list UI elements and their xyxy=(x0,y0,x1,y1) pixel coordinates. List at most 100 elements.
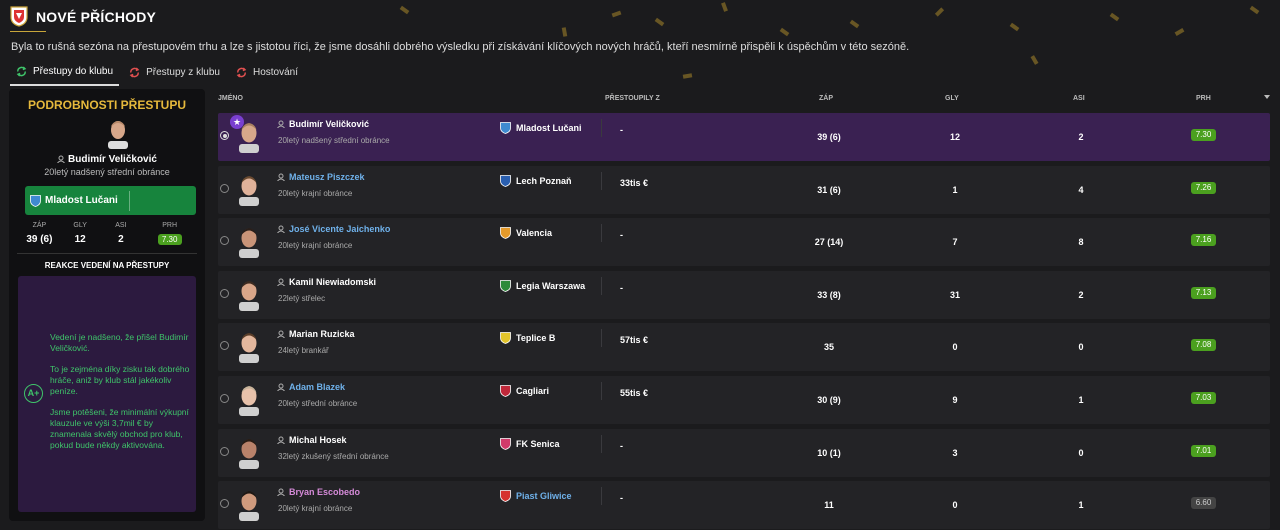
goals-value: 0 xyxy=(952,500,958,511)
player-desc: 32letý zkušený střední obránce xyxy=(278,451,389,461)
table-row[interactable]: Kamil Niewiadomski 22letý střelec Legia … xyxy=(218,270,1270,319)
apps-value: 39 (6) xyxy=(817,132,841,142)
club-crest-icon xyxy=(10,6,28,27)
table-row[interactable]: Mateusz Piszczek 20letý krajní obránce L… xyxy=(218,165,1270,214)
panel-player-desc: 20letý nadšený střední obránce xyxy=(44,167,170,177)
col-assists[interactable]: ASI xyxy=(1073,95,1085,102)
assists-value: 0 xyxy=(1078,447,1084,458)
transfer-details-panel: PODROBNOSTI PŘESTUPU Budimír Veličković … xyxy=(9,89,430,521)
club-badge-icon xyxy=(500,385,511,397)
from-club[interactable]: Cagliari xyxy=(500,385,549,397)
col-from[interactable]: PŘESTOUPILY Z xyxy=(605,95,660,102)
col-goals[interactable]: GLY xyxy=(945,95,959,102)
club-badge-icon xyxy=(500,332,511,345)
player-name[interactable]: Adam Blazek xyxy=(277,382,345,392)
divider xyxy=(601,276,602,295)
transfer-fee: - xyxy=(620,440,623,451)
from-club[interactable]: Valencia xyxy=(500,227,553,240)
club-name: Mladost Lučani xyxy=(516,123,582,133)
row-radio[interactable] xyxy=(220,183,229,193)
tab-transfers-out[interactable]: Přestupy z klubu xyxy=(123,63,226,86)
row-radio[interactable] xyxy=(220,446,229,456)
from-club[interactable]: FK Senica xyxy=(500,437,560,450)
player-name[interactable]: Bryan Escobedo xyxy=(277,487,360,497)
from-club[interactable]: Legia Warszawa xyxy=(500,279,585,292)
reaction-line: To je zejména díky zisku tak dobrého hrá… xyxy=(50,364,190,396)
table-row[interactable]: Adam Blazek 20letý střední obránce Cagli… xyxy=(218,375,1270,424)
club-name: Valencia xyxy=(516,228,553,239)
table-body: ★ Budimír Veličković 20letý nadšený stře… xyxy=(214,113,1280,530)
player-name[interactable]: Michal Hosek xyxy=(277,435,347,445)
tab-label: Přestupy do klubu xyxy=(33,66,114,77)
from-club[interactable]: Lech Poznaň xyxy=(500,174,572,187)
divider xyxy=(129,190,130,211)
page-subtitle: Byla to rušná sezóna na přestupovém trhu… xyxy=(11,41,910,53)
table-row[interactable]: Bryan Escobedo 20letý krajní obránce Pia… xyxy=(218,481,1270,530)
stat-goals: GLY 12 xyxy=(66,222,95,245)
table-row[interactable]: ★ Budimír Veličković 20letý nadšený stře… xyxy=(218,113,1270,161)
tab-label: Hostování xyxy=(253,67,299,78)
page-header: NOVÉ PŘÍCHODY xyxy=(10,6,156,27)
player-desc: 20letý krajní obránce xyxy=(278,241,353,251)
col-rating[interactable]: PRH xyxy=(1196,95,1211,102)
row-radio[interactable] xyxy=(220,131,229,140)
stat-apps: ZÁP 39 (6) xyxy=(25,222,54,245)
apps-value: 35 xyxy=(823,342,834,353)
sort-desc-icon[interactable] xyxy=(1264,95,1270,99)
person-icon xyxy=(277,225,285,234)
player-name[interactable]: Budimír Veličković xyxy=(277,119,369,129)
transfer-fee: - xyxy=(620,125,623,135)
goals-value: 12 xyxy=(949,132,960,142)
col-name[interactable]: JMÉNO xyxy=(218,95,243,102)
player-face-icon xyxy=(239,333,259,364)
arrows-in-icon xyxy=(16,66,27,77)
tab-transfers-in[interactable]: Přestupy do klubu xyxy=(10,63,120,86)
player-face-icon xyxy=(239,385,259,416)
player-name[interactable]: Mateusz Piszczek xyxy=(277,172,365,182)
club-badge-icon xyxy=(500,227,511,240)
stat-value: 12 xyxy=(74,234,86,245)
row-radio[interactable] xyxy=(220,341,229,351)
person-icon xyxy=(277,278,285,286)
divider xyxy=(601,434,602,453)
table-row[interactable]: José Vicente Jaichenko 20letý krajní obr… xyxy=(218,218,1270,267)
divider xyxy=(601,329,602,348)
person-icon xyxy=(277,330,285,339)
col-apps[interactable]: ZÁP xyxy=(819,95,833,102)
goals-value: 31 xyxy=(949,289,960,300)
tab-loans[interactable]: Hostování xyxy=(230,63,304,86)
stat-label: ZÁP xyxy=(32,222,47,229)
row-radio[interactable] xyxy=(220,236,229,246)
person-icon xyxy=(277,173,285,181)
mladost-badge-icon xyxy=(30,194,41,207)
row-radio[interactable] xyxy=(220,499,229,509)
player-desc: 24letý brankář xyxy=(278,346,329,356)
reaction-title: REAKCE VEDENÍ NA PŘESTUPY xyxy=(44,261,170,270)
from-club[interactable]: Piast Gliwice xyxy=(500,490,572,503)
person-icon xyxy=(57,155,65,164)
club-name: Piast Gliwice xyxy=(516,491,572,502)
from-club[interactable]: Mladost Lučani xyxy=(500,122,582,134)
player-desc: 20letý nadšený střední obránce xyxy=(278,136,390,145)
club-badge-icon xyxy=(500,122,511,134)
player-name[interactable]: José Vicente Jaichenko xyxy=(277,224,390,234)
player-name[interactable]: Marian Ruzicka xyxy=(277,329,355,339)
player-name[interactable]: Kamil Niewiadomski xyxy=(277,277,376,287)
transfer-fee: - xyxy=(620,282,623,293)
table-row[interactable]: Michal Hosek 32letý zkušený střední obrá… xyxy=(218,428,1270,477)
club-badge-icon xyxy=(500,490,511,503)
assists-value: 4 xyxy=(1078,184,1084,195)
divider xyxy=(601,381,602,400)
transfers-table: JMÉNO PŘESTOUPILY Z ZÁP GLY ASI PRH ★ Bu… xyxy=(214,89,1280,530)
goals-value: 1 xyxy=(952,184,958,195)
panel-title: PODROBNOSTI PŘESTUPU xyxy=(27,98,186,112)
apps-value: 30 (9) xyxy=(817,394,841,405)
from-club[interactable]: Teplice B xyxy=(500,332,555,345)
transfer-fee: 57tis € xyxy=(620,335,649,346)
tab-bar: Přestupy do klubu Přestupy z klubu Hosto… xyxy=(10,63,308,86)
panel-club-box[interactable]: Mladost Lučani - xyxy=(25,186,430,215)
panel-club-name: Mladost Lučani xyxy=(45,195,118,206)
row-radio[interactable] xyxy=(220,393,229,403)
table-row[interactable]: Marian Ruzicka 24letý brankář Teplice B … xyxy=(218,323,1270,372)
row-radio[interactable] xyxy=(220,288,229,298)
